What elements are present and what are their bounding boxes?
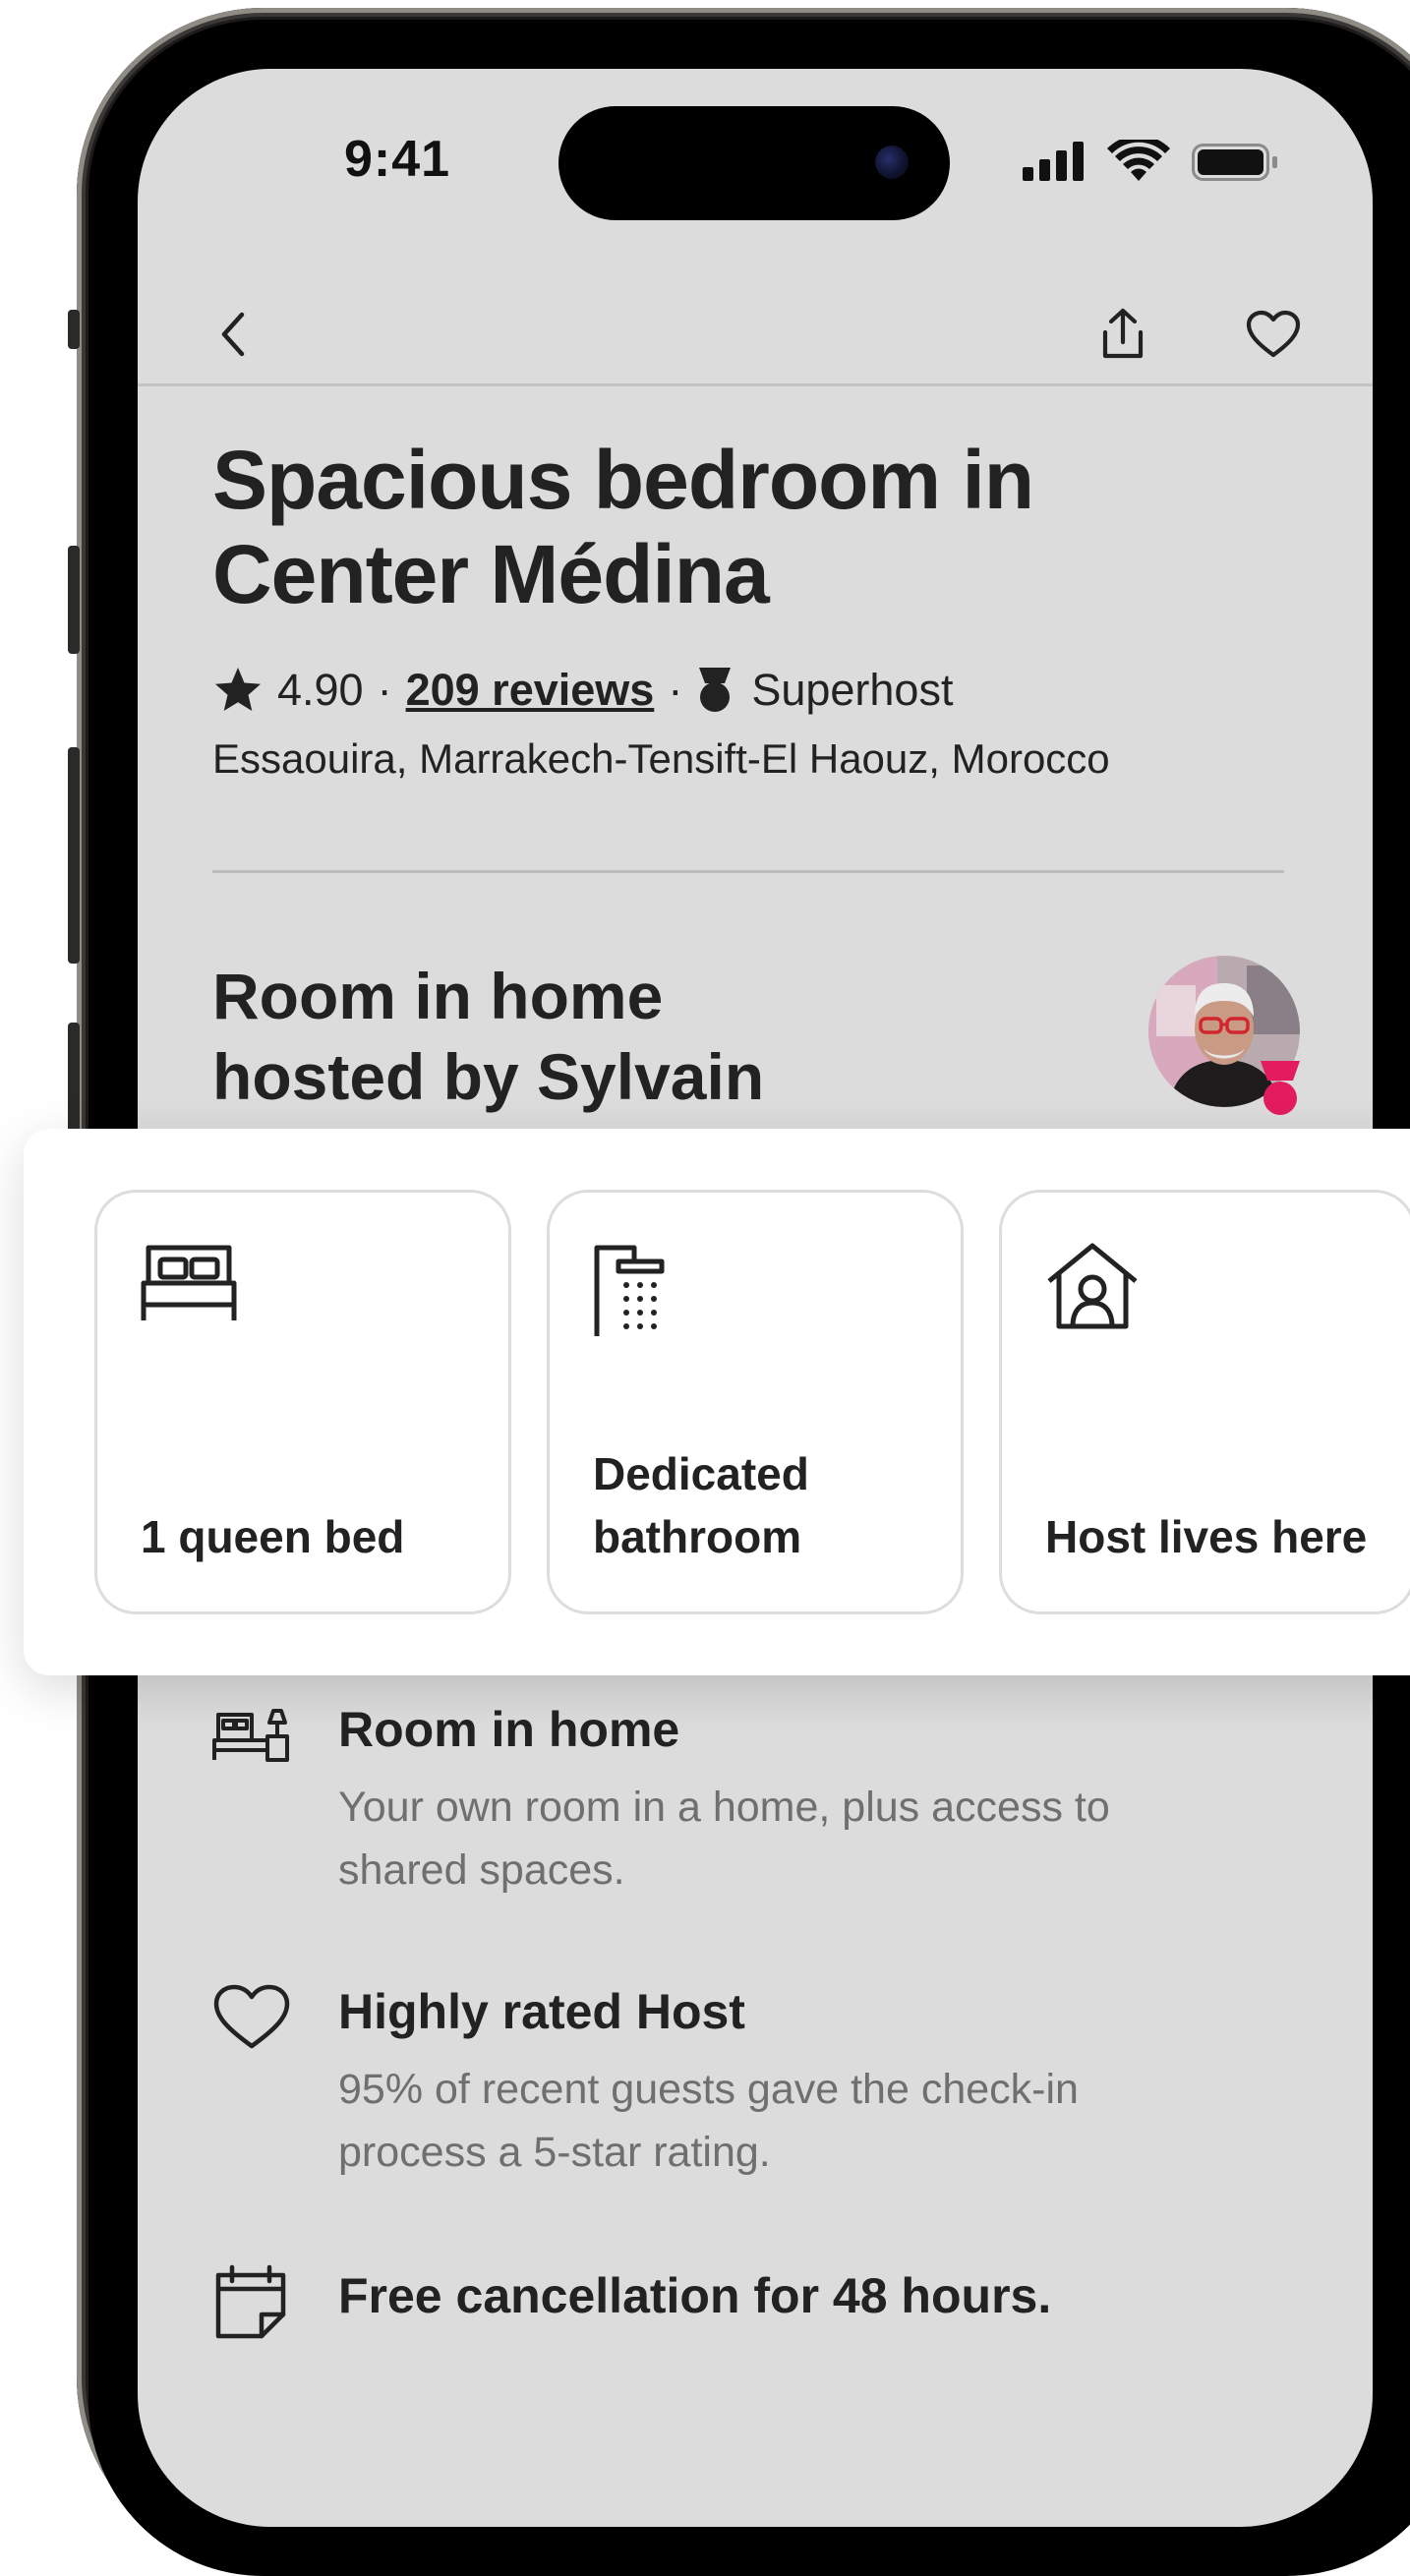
- feature-free-cancellation: Free cancellation for 48 hours.: [212, 2263, 1196, 2381]
- room-icon: [212, 1701, 291, 1780]
- highlights-strip: 1 queen bed Dedicated bathroom Host live…: [24, 1129, 1410, 1675]
- heart-icon: [1246, 310, 1301, 358]
- highlight-label: 1 queen bed: [141, 1511, 405, 1562]
- star-icon: [215, 668, 261, 711]
- listing-title-line: Spacious bedroom in: [212, 434, 1034, 526]
- heart-icon: [212, 1983, 291, 2062]
- feature-description: 95% of recent guests gave the check-in p…: [338, 2066, 1079, 2176]
- highlight-card-bed[interactable]: 1 queen bed: [94, 1190, 511, 1614]
- superhost-badge-icon: [1261, 1061, 1300, 1115]
- host-heading-line: Room in home: [212, 960, 664, 1032]
- status-time: 9:41: [343, 131, 451, 188]
- mute-switch: [68, 310, 80, 349]
- section-divider: [212, 870, 1284, 873]
- bed-icon: [141, 1242, 239, 1329]
- superhost-medal-icon: [699, 668, 732, 712]
- back-button[interactable]: [195, 295, 273, 374]
- superhost-badge: [1255, 1057, 1306, 1118]
- volume-down-button: [68, 747, 80, 964]
- status-icons: [1023, 135, 1278, 188]
- listing-title-line: Center Médina: [212, 528, 770, 620]
- top-nav: [138, 295, 1373, 389]
- listing-title: Spacious bedroom in Center Médina: [212, 433, 1196, 621]
- calendar-icon: [212, 2263, 291, 2342]
- volume-up-button: [68, 546, 80, 654]
- separator-dot: ·: [377, 665, 392, 715]
- highlight-label: Host lives here: [1045, 1511, 1368, 1562]
- rating-row: 4.90 · 209 reviews · Superhost: [212, 661, 953, 720]
- battery-icon: [1192, 144, 1277, 181]
- chevron-left-icon: [221, 312, 245, 357]
- highlight-card-host-lives-here[interactable]: Host lives here: [999, 1190, 1410, 1614]
- shower-icon: [593, 1242, 672, 1345]
- nav-divider: [138, 383, 1373, 386]
- feature-highly-rated-host: Highly rated Host 95% of recent guests g…: [212, 1983, 1196, 2180]
- separator-dot: ·: [668, 665, 683, 715]
- rating-value: 4.90: [277, 665, 364, 715]
- front-camera: [875, 146, 909, 179]
- feature-title: Highly rated Host: [338, 1984, 745, 2039]
- shower-drops: [623, 1282, 657, 1329]
- feature-title: Free cancellation for 48 hours.: [338, 2268, 1052, 2323]
- share-icon: [1102, 308, 1144, 359]
- share-button[interactable]: [1084, 295, 1162, 374]
- superhost-label: Superhost: [751, 665, 954, 715]
- highlight-card-bathroom[interactable]: Dedicated bathroom: [547, 1190, 964, 1614]
- feature-title: Room in home: [338, 1702, 680, 1757]
- host-heading-line: hosted by Sylvain: [212, 1040, 765, 1113]
- highlight-label: Dedicated bathroom: [593, 1448, 809, 1562]
- wifi-icon: [1107, 135, 1170, 181]
- host-heading: Room in home hosted by Sylvain: [212, 956, 999, 1117]
- listing-location: Essaouira, Marrakech-Tensift-El Haouz, M…: [212, 735, 1110, 782]
- feature-room-in-home: Room in home Your own room in a home, pl…: [212, 1701, 1196, 1898]
- cellular-signal-icon: [1023, 142, 1084, 181]
- feature-description: Your own room in a home, plus access to …: [338, 1784, 1110, 1894]
- save-button[interactable]: [1234, 295, 1313, 374]
- house-person-icon: [1045, 1242, 1140, 1335]
- reviews-link[interactable]: 209 reviews: [406, 665, 655, 716]
- dynamic-island: [558, 106, 950, 220]
